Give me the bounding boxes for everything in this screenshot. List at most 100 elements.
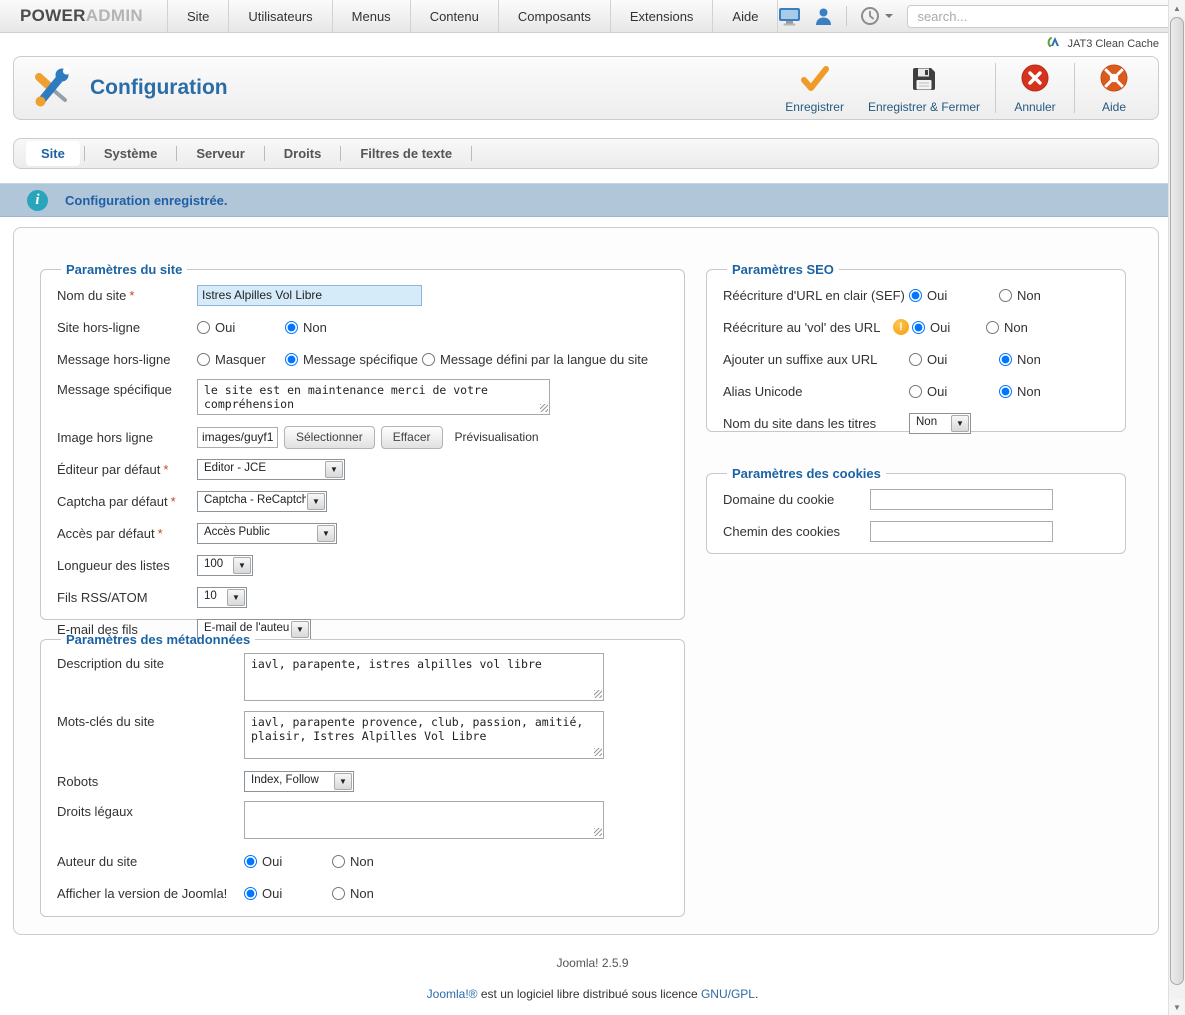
- logout-menu-icon[interactable]: [860, 6, 894, 26]
- legal-rights-textarea[interactable]: [244, 801, 604, 839]
- default-captcha-select[interactable]: Captcha - ReCaptcha▼: [197, 491, 327, 512]
- chevron-down-icon: ▼: [325, 461, 343, 478]
- logo-text-bold: POWER: [20, 6, 86, 26]
- default-access-select[interactable]: Accès Public▼: [197, 523, 337, 544]
- menu-item-site[interactable]: Site: [167, 0, 228, 32]
- fieldset-legend: Paramètres des cookies: [727, 466, 886, 481]
- warning-icon: !: [893, 319, 909, 335]
- suffix-oui-radio[interactable]: Oui: [909, 352, 999, 367]
- vertical-scrollbar[interactable]: ▲ ▼: [1168, 0, 1185, 1015]
- feed-length-select[interactable]: 10▼: [197, 587, 247, 608]
- site-offline-oui-radio[interactable]: Oui: [197, 320, 285, 335]
- tab-droits[interactable]: Droits: [269, 141, 337, 166]
- robots-select[interactable]: Index, Follow▼: [244, 771, 354, 792]
- field-label: Nom du site*: [57, 288, 197, 303]
- site-keywords-textarea[interactable]: iavl, parapente provence, club, passion,…: [244, 711, 604, 759]
- joomla-version-non-radio[interactable]: Non: [332, 886, 374, 901]
- joomla-link[interactable]: Joomla!®: [427, 987, 478, 1001]
- gnu-gpl-link[interactable]: GNU/GPL: [701, 987, 755, 1001]
- field-label: Image hors ligne: [57, 430, 197, 445]
- rewrite-oui-radio[interactable]: Oui: [912, 320, 986, 335]
- site-name-input[interactable]: [197, 285, 422, 306]
- site-description-textarea[interactable]: iavl, parapente, istres alpilles vol lib…: [244, 653, 604, 701]
- tab-serveur[interactable]: Serveur: [181, 141, 259, 166]
- offline-message-masquer-radio[interactable]: Masquer: [197, 352, 285, 367]
- list-length-select[interactable]: 100▼: [197, 555, 253, 576]
- offline-image-input[interactable]: [197, 427, 278, 448]
- site-offline-non-radio[interactable]: Non: [285, 320, 327, 335]
- toolbar: Enregistrer Enregistrer & Fermer Annuler: [773, 60, 1150, 116]
- fieldset-legend: Paramètres du site: [61, 262, 187, 277]
- main-menu: Site Utilisateurs Menus Contenu Composan…: [167, 0, 779, 32]
- cancel-button[interactable]: Annuler: [999, 60, 1071, 116]
- scroll-up-arrow[interactable]: ▲: [1169, 0, 1185, 16]
- jat3-clean-cache-link[interactable]: JAT3 Clean Cache: [1067, 38, 1159, 50]
- logged-in-users-icon[interactable]: [814, 7, 833, 26]
- offline-message-langue-radio[interactable]: Message défini par la langue du site: [422, 352, 648, 367]
- sef-oui-radio[interactable]: Oui: [909, 288, 999, 303]
- topbar-separator: [846, 6, 847, 26]
- top-menu-bar: POWERADMIN Site Utilisateurs Menus Conte…: [0, 0, 1185, 33]
- custom-message-textarea[interactable]: le site est en maintenance merci de votr…: [197, 379, 550, 415]
- field-label: Auteur du site: [57, 854, 244, 869]
- fieldset-parametres-du-site: Paramètres du site Nom du site* Site hor…: [40, 262, 685, 620]
- field-label: Mots-clés du site: [57, 711, 244, 729]
- joomla-version-oui-radio[interactable]: Oui: [244, 886, 332, 901]
- menu-item-menus[interactable]: Menus: [332, 0, 410, 32]
- clear-image-button[interactable]: Effacer: [381, 426, 443, 449]
- default-editor-select[interactable]: Editor - JCE▼: [197, 459, 345, 480]
- cookie-domain-input[interactable]: [870, 489, 1053, 510]
- sef-non-radio[interactable]: Non: [999, 288, 1041, 303]
- offline-message-specifique-radio[interactable]: Message spécifique: [285, 352, 422, 367]
- menu-item-extensions[interactable]: Extensions: [610, 0, 713, 32]
- field-label: Message spécifique: [57, 379, 197, 397]
- rewrite-non-radio[interactable]: Non: [986, 320, 1028, 335]
- save-button[interactable]: Enregistrer: [773, 60, 856, 116]
- tab-site[interactable]: Site: [26, 141, 80, 166]
- unicode-non-radio[interactable]: Non: [999, 384, 1041, 399]
- toolbar-separator: [1074, 63, 1075, 113]
- field-label: Ajouter un suffixe aux URL: [723, 352, 909, 367]
- menu-item-utilisateurs[interactable]: Utilisateurs: [228, 0, 331, 32]
- field-label: Réécriture au 'vol' des URL: [723, 320, 893, 335]
- configuration-tools-icon: [30, 65, 74, 112]
- field-label: Message hors-ligne: [57, 352, 197, 367]
- poweradmin-logo: POWERADMIN: [0, 0, 167, 32]
- menu-item-aide[interactable]: Aide: [712, 0, 778, 32]
- field-label: Accès par défaut*: [57, 526, 197, 541]
- help-button[interactable]: Aide: [1078, 60, 1150, 116]
- field-label: Description du site: [57, 653, 244, 671]
- logo-text-light: ADMIN: [86, 6, 143, 26]
- field-label: Domaine du cookie: [723, 492, 870, 507]
- field-label: Afficher la version de Joomla!: [57, 886, 244, 901]
- save-close-button[interactable]: Enregistrer & Fermer: [856, 60, 992, 116]
- field-label: Longueur des listes: [57, 558, 197, 573]
- tab-systeme[interactable]: Système: [89, 141, 172, 166]
- field-label: Fils RSS/ATOM: [57, 590, 197, 605]
- config-tabs: Site Système Serveur Droits Filtres de t…: [13, 138, 1159, 169]
- suffix-non-radio[interactable]: Non: [999, 352, 1041, 367]
- jat3-clean-cache-row: JAT3 Clean Cache: [0, 33, 1185, 54]
- menu-item-composants[interactable]: Composants: [498, 0, 610, 32]
- chevron-down-icon: ▼: [334, 773, 352, 790]
- scrollbar-thumb[interactable]: [1170, 17, 1184, 985]
- menu-item-contenu[interactable]: Contenu: [410, 0, 498, 32]
- cookie-path-input[interactable]: [870, 521, 1053, 542]
- tab-filtres-de-texte[interactable]: Filtres de texte: [345, 141, 467, 166]
- scroll-down-arrow[interactable]: ▼: [1169, 999, 1185, 1015]
- site-author-oui-radio[interactable]: Oui: [244, 854, 332, 869]
- select-image-button[interactable]: Sélectionner: [284, 426, 375, 449]
- jat3-icon: [1047, 35, 1062, 52]
- chevron-down-icon: ▼: [227, 589, 245, 606]
- unicode-oui-radio[interactable]: Oui: [909, 384, 999, 399]
- field-label: Robots: [57, 774, 244, 789]
- chevron-down-icon: ▼: [233, 557, 251, 574]
- search-input[interactable]: [907, 5, 1185, 28]
- sitename-in-titles-select[interactable]: Non▼: [909, 413, 971, 434]
- field-label: Droits légaux: [57, 801, 244, 819]
- save-check-icon: [800, 66, 830, 95]
- site-author-non-radio[interactable]: Non: [332, 854, 374, 869]
- field-label: Nom du site dans les titres: [723, 416, 909, 431]
- view-site-icon[interactable]: [778, 7, 801, 26]
- system-message-text: Configuration enregistrée.: [65, 193, 228, 208]
